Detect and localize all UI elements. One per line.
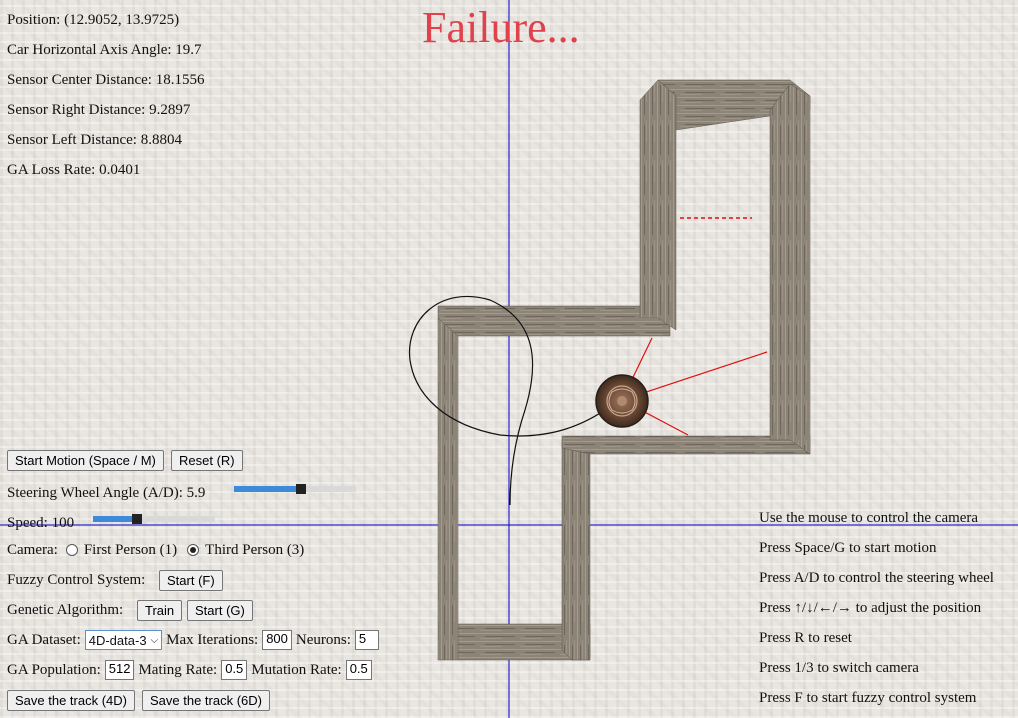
- status-banner: Failure...: [422, 3, 580, 52]
- steering-label: Steering Wheel Angle (A/D): 5.9: [7, 485, 206, 501]
- ga-loss-readout: GA Loss Rate: 0.0401: [7, 162, 141, 178]
- camera-third-person-radio[interactable]: [187, 544, 200, 556]
- ga-row: Genetic Algorithm:: [7, 599, 127, 621]
- camera-row: Camera: First Person (1) Third Person (3…: [7, 539, 308, 561]
- speed-slider-fill: [93, 516, 132, 522]
- speed-slider-thumb[interactable]: [132, 514, 142, 524]
- steering-slider-thumb[interactable]: [296, 484, 306, 494]
- max-iterations-label: Max Iterations:: [166, 631, 259, 648]
- help-line-steering: Press A/D to control the steering wheel: [759, 570, 994, 586]
- help-line-start: Press Space/G to start motion: [759, 540, 937, 556]
- camera-first-person-radio[interactable]: [65, 544, 78, 556]
- track-walls: [437, 79, 811, 661]
- mutation-rate-input[interactable]: 0.5: [345, 660, 372, 680]
- population-input[interactable]: 512: [104, 660, 135, 680]
- mating-rate-label: Mating Rate:: [138, 661, 218, 678]
- chevron-down-icon: ⌵: [150, 634, 159, 646]
- save-track-4d-button[interactable]: Save the track (4D): [7, 690, 135, 711]
- ga-dataset-select[interactable]: 4D-data-3 ⌵: [84, 630, 163, 650]
- save-track-6d-button[interactable]: Save the track (6D): [142, 690, 270, 711]
- ga-start-button[interactable]: Start (G): [187, 600, 253, 621]
- sensor-center-readout: Sensor Center Distance: 18.1556: [7, 72, 205, 88]
- help-line-mouse: Use the mouse to control the camera: [759, 510, 979, 526]
- start-motion-button[interactable]: Start Motion (Space / M): [7, 450, 164, 471]
- ga-label: Genetic Algorithm:: [7, 601, 124, 618]
- sensor-left-readout: Sensor Left Distance: 8.8804: [7, 132, 182, 148]
- camera-first-person-label[interactable]: First Person (1): [84, 542, 177, 559]
- fuzzy-label: Fuzzy Control System:: [7, 571, 146, 588]
- ga-dataset-label: GA Dataset:: [7, 631, 81, 648]
- ga-train-button[interactable]: Train: [137, 600, 183, 621]
- camera-third-person-label[interactable]: Third Person (3): [205, 542, 304, 559]
- radio-selected-dot: [190, 547, 197, 553]
- help-line-camera: Press 1/3 to switch camera: [759, 660, 919, 676]
- help-line-reset: Press R to reset: [759, 630, 852, 646]
- mating-rate-input[interactable]: 0.5: [221, 660, 248, 680]
- ga-population-row: GA Population: 512 Mating Rate: 0.5 Muta…: [7, 659, 376, 681]
- axis-angle-readout: Car Horizontal Axis Angle: 19.7: [7, 42, 202, 58]
- help-line-fuzzy: Press F to start fuzzy control system: [759, 690, 977, 706]
- camera-label: Camera:: [7, 541, 58, 558]
- population-label: GA Population:: [7, 661, 101, 678]
- neurons-label: Neurons:: [295, 631, 351, 648]
- speed-label: Speed: 100: [7, 515, 75, 531]
- position-readout: Position: (12.9052, 13.9725): [7, 12, 180, 28]
- mutation-rate-label: Mutation Rate:: [251, 661, 342, 678]
- sensor-right-readout: Sensor Right Distance: 9.2897: [7, 102, 191, 118]
- speed-slider[interactable]: [93, 514, 215, 524]
- car[interactable]: [595, 374, 649, 428]
- ga-dataset-value: 4D-data-3: [88, 632, 147, 648]
- help-line-position: Press ↑/↓/←/→ to adjust the position: [759, 600, 982, 616]
- fuzzy-row: Fuzzy Control System:: [7, 569, 149, 591]
- max-iterations-input[interactable]: 800: [262, 630, 292, 650]
- ga-dataset-row: GA Dataset: 4D-data-3 ⌵ Max Iterations: …: [7, 629, 383, 651]
- steering-slider[interactable]: [234, 484, 356, 494]
- fuzzy-start-button[interactable]: Start (F): [159, 570, 223, 591]
- reset-button[interactable]: Reset (R): [171, 450, 243, 471]
- steering-slider-fill: [234, 486, 296, 492]
- neurons-input[interactable]: 5: [354, 630, 379, 650]
